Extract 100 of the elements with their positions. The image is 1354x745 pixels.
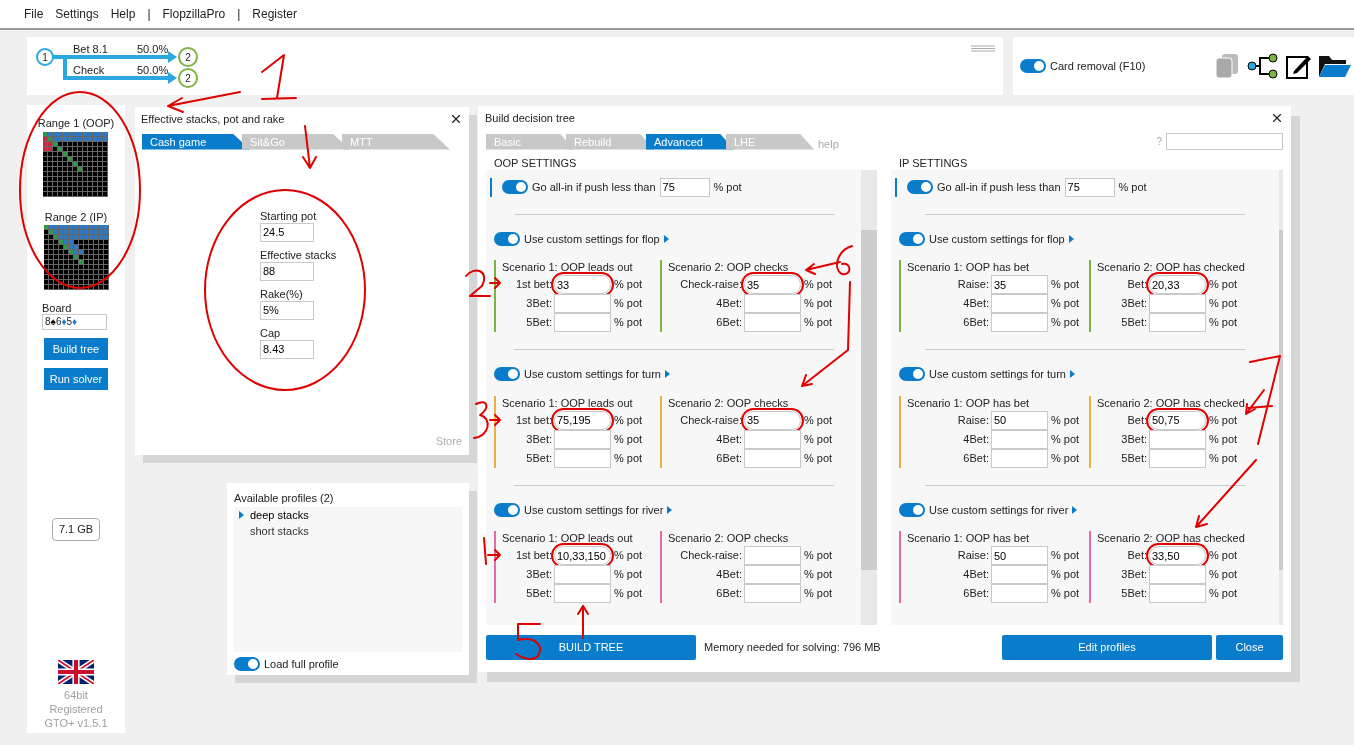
input-field[interactable] [991, 313, 1048, 332]
folder-icon[interactable] [1318, 53, 1352, 79]
input-field[interactable]: 20,33 [1149, 275, 1206, 294]
field-label: 6Bet: [962, 450, 990, 466]
input-field[interactable] [744, 313, 801, 332]
handwritten-arrow [489, 277, 501, 289]
build-tree-button[interactable]: BUILD TREE [486, 634, 696, 660]
scrollbar[interactable] [861, 169, 877, 625]
input-field[interactable]: 50 [991, 546, 1048, 565]
menu-item[interactable]: | [237, 5, 241, 23]
expand-arrow-icon[interactable] [663, 234, 669, 243]
input-field[interactable] [991, 584, 1048, 603]
scrollbar[interactable] [1279, 169, 1283, 625]
drag-handle-icon[interactable] [971, 45, 995, 52]
unit-label: % pot [713, 179, 742, 195]
input-field[interactable]: 8.43 [260, 339, 314, 359]
expand-arrow-icon[interactable] [1068, 234, 1074, 243]
expand-arrow-icon[interactable] [1072, 505, 1078, 514]
input-field[interactable]: 75,195 [554, 410, 611, 430]
profile-item[interactable]: deep stacks [234, 506, 462, 523]
unit-label: % pot [1209, 296, 1238, 312]
input-field[interactable] [554, 565, 611, 584]
input-field[interactable]: 10,33,150 [554, 546, 611, 565]
expand-arrow-icon[interactable] [1069, 370, 1075, 379]
dialog-title: Effective stacks, pot and rake [141, 112, 285, 127]
edit-icon[interactable] [1286, 53, 1312, 79]
input-field[interactable] [744, 429, 801, 449]
input-field[interactable]: 5% [260, 300, 314, 320]
unit-label: % pot [804, 431, 833, 447]
input-field[interactable]: 50 [991, 410, 1048, 430]
input-field[interactable] [554, 584, 611, 603]
board-field[interactable]: 8♠6♦5♦ [42, 314, 107, 330]
input-field[interactable] [1149, 429, 1206, 449]
input-field[interactable]: 75 [659, 177, 710, 197]
input-field[interactable]: 24.5 [260, 222, 314, 242]
toggle-switch[interactable] [907, 180, 933, 194]
input-field[interactable] [991, 565, 1048, 584]
input-field[interactable]: 33 [554, 275, 611, 294]
search-field[interactable] [1166, 132, 1283, 150]
handwritten-arrow [489, 414, 501, 426]
uk-flag-icon[interactable] [58, 659, 94, 684]
toggle-switch[interactable] [1020, 59, 1046, 73]
unit-label: % pot [614, 450, 643, 466]
toggle-switch[interactable] [899, 231, 925, 246]
unit-label: % pot [1051, 548, 1080, 564]
toggle-switch[interactable] [494, 367, 520, 382]
board-label: Board [42, 302, 73, 314]
field-label: Raise: [956, 277, 990, 293]
edit-profiles-button[interactable]: Edit profiles [1002, 634, 1212, 660]
field-label: 3Bet: [1120, 431, 1148, 447]
unit-label: % pot [1051, 315, 1080, 331]
toggle-switch[interactable] [502, 180, 528, 194]
input-field[interactable] [744, 565, 801, 584]
input-field[interactable]: 75 [1064, 177, 1115, 197]
handwritten-number-drawing [515, 623, 541, 661]
expand-arrow-icon[interactable] [667, 505, 673, 514]
sidebar-button[interactable]: Run solver [44, 368, 108, 390]
range-grid-drawing[interactable] [43, 131, 109, 197]
menu-item[interactable]: Settings [55, 5, 99, 23]
toggle-label: Card removal (F10) [1050, 58, 1146, 74]
input-field[interactable] [554, 313, 611, 332]
input-field[interactable]: 35 [744, 275, 801, 294]
input-field[interactable]: 35 [991, 275, 1048, 294]
input-field[interactable] [1149, 584, 1206, 603]
input-field[interactable] [554, 294, 611, 313]
toggle-switch[interactable] [899, 502, 925, 517]
unit-label: % pot [804, 412, 833, 428]
input-field[interactable] [991, 294, 1048, 313]
unit-label: % pot [1051, 412, 1080, 428]
sidebar-button[interactable]: Build tree [44, 338, 108, 360]
unit-label: % pot [804, 277, 833, 293]
handwritten-arrow [577, 605, 589, 639]
menu-item[interactable]: File [24, 5, 44, 23]
menu-item[interactable]: FlopzillaPro [162, 5, 226, 23]
toggle-switch[interactable] [494, 502, 520, 517]
menu-item[interactable]: | [147, 5, 151, 23]
profile-item[interactable]: short stacks [234, 523, 462, 540]
input-field[interactable] [554, 429, 611, 449]
close-dialog-button[interactable]: Close [1216, 634, 1283, 660]
input-field[interactable] [1149, 565, 1206, 584]
input-field[interactable] [744, 294, 801, 313]
expand-arrow-icon[interactable] [664, 370, 670, 379]
input-field[interactable]: 33,50 [1149, 546, 1206, 565]
tree-icon[interactable] [1246, 53, 1280, 79]
field-label: 3Bet: [525, 296, 553, 312]
input-field[interactable] [744, 584, 801, 603]
cards-icon[interactable] [1214, 53, 1240, 79]
input-field[interactable]: 35 [744, 410, 801, 430]
input-field[interactable] [1149, 294, 1206, 313]
unit-label: % pot [804, 296, 833, 312]
toggle-switch[interactable] [494, 231, 520, 246]
input-field[interactable]: 88 [260, 261, 314, 281]
input-field[interactable] [1149, 313, 1206, 332]
menu-item[interactable]: Register [252, 5, 298, 23]
menu-item[interactable]: Help [110, 5, 136, 23]
input-field[interactable] [744, 546, 801, 565]
field-label: Starting pot [260, 208, 318, 223]
toggle-switch[interactable] [234, 656, 260, 671]
toggle-switch[interactable] [899, 367, 925, 382]
input-field[interactable]: 50,75 [1149, 410, 1206, 430]
